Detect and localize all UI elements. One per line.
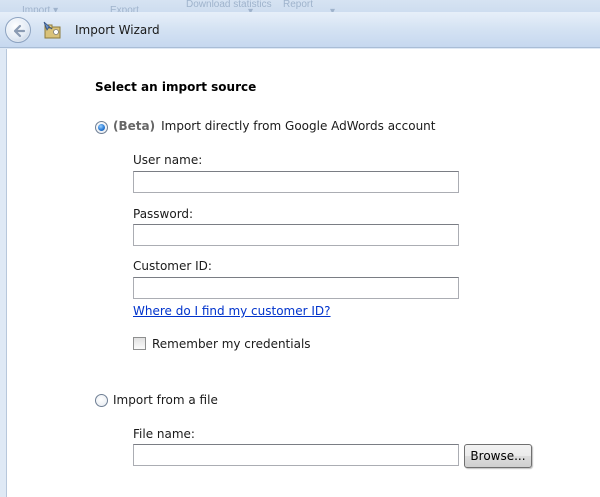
adwords-source-text: Import directly from Google AdWords acco… xyxy=(161,119,436,133)
remember-credentials-checkbox[interactable] xyxy=(133,337,146,350)
title-bar: Import Wizard xyxy=(0,12,600,48)
username-label: User name: xyxy=(133,153,203,167)
file-source-radio[interactable] xyxy=(95,394,108,407)
import-wizard-icon xyxy=(43,21,61,39)
ribbon-download-statistics[interactable]: Download statistics xyxy=(186,0,272,10)
ribbon-report[interactable]: Report xyxy=(283,0,313,10)
back-button[interactable] xyxy=(5,17,31,43)
customer-id-input[interactable] xyxy=(133,277,459,299)
browse-button[interactable]: Browse... xyxy=(464,444,532,468)
beta-badge: (Beta) xyxy=(113,119,156,133)
back-arrow-icon xyxy=(13,24,26,38)
adwords-source-radio[interactable] xyxy=(95,121,108,134)
adwords-source-label[interactable]: (Beta) Import directly from Google AdWord… xyxy=(113,119,436,133)
customer-id-label: Customer ID: xyxy=(133,259,212,273)
file-name-label: File name: xyxy=(133,427,195,441)
remember-credentials-label[interactable]: Remember my credentials xyxy=(152,337,311,351)
page-heading: Select an import source xyxy=(95,80,257,94)
password-label: Password: xyxy=(133,207,194,221)
file-name-input[interactable] xyxy=(133,444,459,466)
customer-id-help-link[interactable]: Where do I find my customer ID? xyxy=(133,304,331,318)
username-input[interactable] xyxy=(133,171,459,193)
file-source-label[interactable]: Import from a file xyxy=(113,393,218,407)
window-title: Import Wizard xyxy=(75,23,160,37)
wizard-content: Select an import source (Beta) Import dir… xyxy=(6,49,600,497)
password-input[interactable] xyxy=(133,224,459,246)
